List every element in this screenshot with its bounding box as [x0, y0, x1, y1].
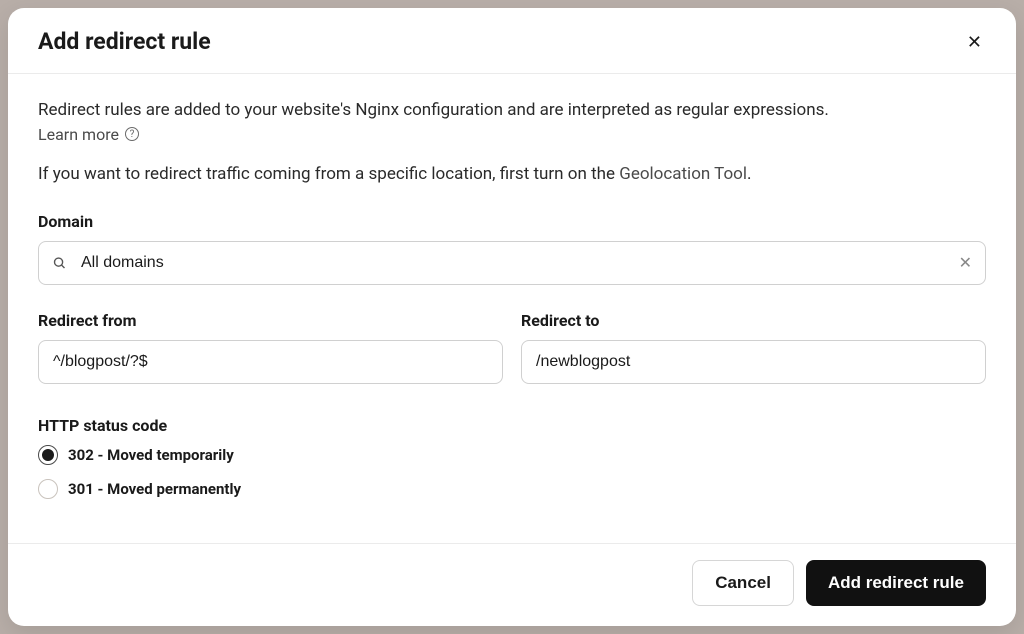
redirect-to-label: Redirect to	[521, 311, 986, 330]
description-text: Redirect rules are added to your website…	[38, 98, 986, 123]
domain-label: Domain	[38, 212, 986, 231]
redirect-from-col: Redirect from	[38, 311, 503, 384]
help-icon[interactable]: ?	[125, 127, 139, 141]
modal-title: Add redirect rule	[38, 28, 211, 55]
redirect-to-col: Redirect to	[521, 311, 986, 384]
redirect-to-input[interactable]	[521, 340, 986, 384]
radio-301[interactable]: 301 - Moved permanently	[38, 479, 986, 499]
modal-footer: Cancel Add redirect rule	[8, 543, 1016, 626]
domain-input[interactable]	[38, 241, 986, 285]
modal-body: Redirect rules are added to your website…	[8, 74, 1016, 543]
radio-circle-icon	[38, 479, 58, 499]
learn-more-link[interactable]: Learn more	[38, 125, 119, 144]
learn-more-row: Learn more ?	[38, 125, 986, 144]
status-code-label: HTTP status code	[38, 416, 986, 435]
close-icon: ✕	[967, 32, 982, 52]
radio-dot-icon	[42, 449, 54, 461]
radio-302-label: 302 - Moved temporarily	[68, 446, 234, 464]
geo-suffix: .	[747, 164, 751, 184]
redirect-paths-row: Redirect from Redirect to	[38, 311, 986, 384]
geolocation-text: If you want to redirect traffic coming f…	[38, 164, 986, 184]
radio-301-label: 301 - Moved permanently	[68, 480, 241, 498]
cancel-button[interactable]: Cancel	[692, 560, 794, 606]
close-button[interactable]: ✕	[963, 29, 986, 55]
radio-302[interactable]: 302 - Moved temporarily	[38, 445, 986, 465]
redirect-from-label: Redirect from	[38, 311, 503, 330]
modal-header: Add redirect rule ✕	[8, 8, 1016, 74]
status-code-radio-group: 302 - Moved temporarily 301 - Moved perm…	[38, 445, 986, 499]
radio-circle-icon	[38, 445, 58, 465]
add-redirect-rule-button[interactable]: Add redirect rule	[806, 560, 986, 606]
geolocation-tool-link[interactable]: Geolocation Tool	[619, 164, 747, 184]
clear-domain-icon[interactable]: ✕	[959, 255, 972, 271]
geo-prefix: If you want to redirect traffic coming f…	[38, 164, 619, 184]
add-redirect-rule-modal: Add redirect rule ✕ Redirect rules are a…	[8, 8, 1016, 626]
redirect-from-input[interactable]	[38, 340, 503, 384]
domain-field-wrap: ✕	[38, 241, 986, 285]
